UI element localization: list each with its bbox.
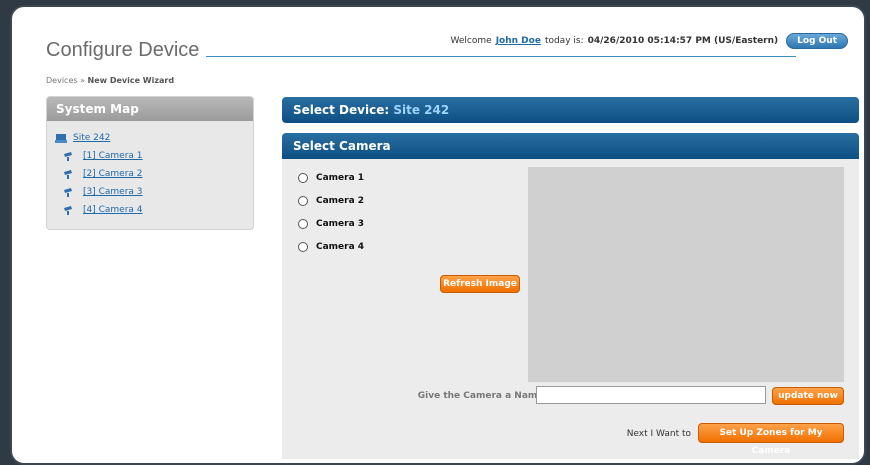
datetime-text: 04/26/2010 05:14:57 PM (US/Eastern) bbox=[587, 36, 779, 46]
user-link[interactable]: John Doe bbox=[496, 36, 541, 46]
camera-preview-image bbox=[528, 167, 844, 382]
welcome-text: Welcome bbox=[450, 36, 492, 46]
refresh-image-button[interactable]: Refresh Image bbox=[440, 275, 520, 293]
site-icon bbox=[55, 133, 67, 143]
title-divider bbox=[206, 56, 796, 57]
site-link[interactable]: Site 242 bbox=[73, 133, 110, 143]
breadcrumb: Devices » New Device Wizard bbox=[46, 76, 174, 85]
next-step-label: Next I Want to bbox=[626, 429, 691, 439]
select-device-label: Select Device: bbox=[293, 103, 390, 117]
select-device-bar: Select Device: Site 242 bbox=[282, 97, 859, 123]
camera-option-label: Camera 4 bbox=[316, 242, 365, 252]
tree-item-camera-1[interactable]: [1] Camera 1 bbox=[55, 147, 253, 165]
tree-item-camera-2[interactable]: [2] Camera 2 bbox=[55, 165, 253, 183]
camera-option-label: Camera 1 bbox=[316, 173, 365, 183]
update-now-button[interactable]: update now bbox=[772, 387, 844, 405]
camera-option-3[interactable]: Camera 3 bbox=[298, 219, 364, 229]
camera-icon bbox=[64, 152, 72, 161]
app-frame: Configure Device Welcome John Doe today … bbox=[10, 5, 866, 465]
camera-option-label: Camera 2 bbox=[316, 196, 365, 206]
camera-link[interactable]: [1] Camera 1 bbox=[83, 151, 143, 161]
system-map-title: System Map bbox=[47, 97, 253, 121]
camera-icon bbox=[64, 188, 72, 197]
camera-link[interactable]: [2] Camera 2 bbox=[83, 169, 143, 179]
radio-button[interactable] bbox=[298, 173, 308, 183]
logout-button[interactable]: Log Out bbox=[786, 33, 848, 49]
camera-option-label: Camera 3 bbox=[316, 219, 365, 229]
camera-option-4[interactable]: Camera 4 bbox=[298, 242, 364, 252]
tree-item-camera-3[interactable]: [3] Camera 3 bbox=[55, 183, 253, 201]
system-map-tree: Site 242 [1] Camera 1 [2] Camera 2 [3] C… bbox=[47, 121, 253, 219]
radio-button[interactable] bbox=[298, 196, 308, 206]
setup-zones-button[interactable]: Set Up Zones for My Camera bbox=[698, 423, 844, 456]
camera-name-label: Give the Camera a Name: bbox=[417, 391, 547, 401]
select-device-value: Site 242 bbox=[393, 103, 450, 117]
today-text: today is: bbox=[544, 36, 584, 46]
breadcrumb-parent[interactable]: Devices bbox=[46, 76, 78, 85]
camera-icon bbox=[64, 170, 72, 179]
select-camera-panel: Camera 1 Camera 2 Camera 3 Camera 4 Refr… bbox=[282, 159, 859, 459]
camera-link[interactable]: [3] Camera 3 bbox=[83, 187, 143, 197]
camera-link[interactable]: [4] Camera 4 bbox=[83, 205, 143, 215]
camera-option-1[interactable]: Camera 1 bbox=[298, 173, 364, 183]
breadcrumb-separator: » bbox=[80, 76, 85, 85]
page-title: Configure Device bbox=[46, 39, 200, 61]
camera-icon bbox=[64, 206, 72, 215]
radio-button[interactable] bbox=[298, 219, 308, 229]
select-camera-bar: Select Camera bbox=[282, 133, 859, 159]
tree-item-camera-4[interactable]: [4] Camera 4 bbox=[55, 201, 253, 219]
radio-button[interactable] bbox=[298, 242, 308, 252]
breadcrumb-current: New Device Wizard bbox=[87, 76, 175, 85]
tree-item-site[interactable]: Site 242 bbox=[55, 129, 253, 147]
camera-name-input[interactable] bbox=[536, 386, 766, 404]
welcome-bar: Welcome John Doe today is: 04/26/2010 05… bbox=[451, 33, 848, 49]
camera-option-2[interactable]: Camera 2 bbox=[298, 196, 364, 206]
system-map-panel: System Map Site 242 [1] Camera 1 [2] Cam… bbox=[46, 96, 254, 230]
